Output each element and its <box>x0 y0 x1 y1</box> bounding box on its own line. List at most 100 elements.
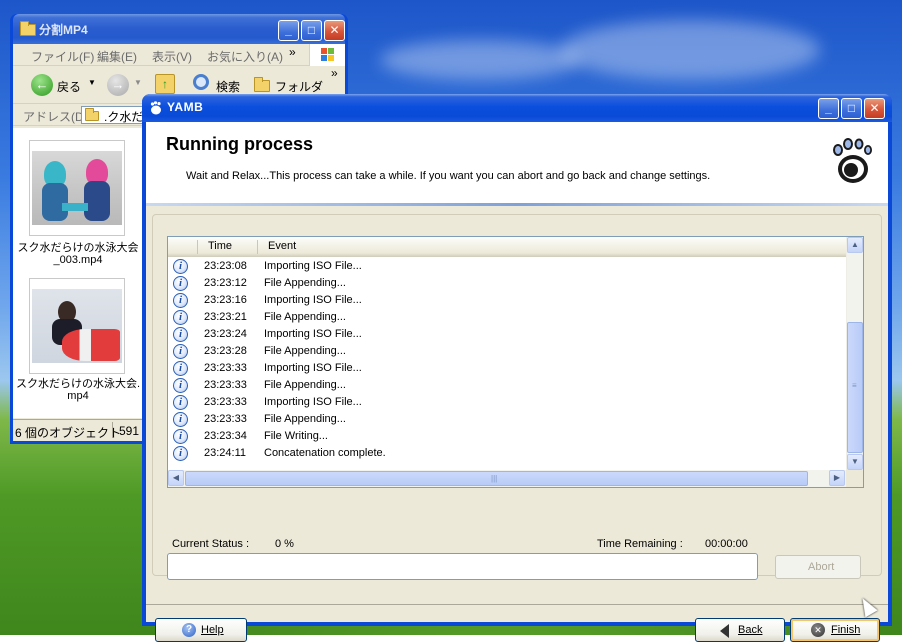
event-log-row[interactable]: i 23:23:28 File Appending... <box>168 343 846 360</box>
info-icon: i <box>173 327 188 342</box>
event-log-list[interactable]: Time Event i 23:23:08 Importing ISO File..… <box>167 236 864 488</box>
help-button[interactable]: ? Help <box>155 618 247 642</box>
event-log-header: Time Event <box>168 237 846 257</box>
info-icon: i <box>173 429 188 444</box>
file-thumbnail[interactable] <box>29 278 125 374</box>
horizontal-scroll-thumb[interactable]: ||| <box>185 471 808 486</box>
progress-bar <box>167 553 758 580</box>
event-log-row[interactable]: i 23:23:33 File Appending... <box>168 377 846 394</box>
menu-more-chevron[interactable]: » <box>289 45 296 59</box>
back-arrow-icon <box>720 624 729 638</box>
back-button[interactable]: Back <box>695 618 785 642</box>
abort-button-label: Abort <box>808 561 835 573</box>
menu-view[interactable]: 表示(V) <box>152 48 192 65</box>
scroll-down-icon[interactable]: ▼ <box>847 454 863 470</box>
event-time: 23:23:08 <box>204 260 247 272</box>
abort-button[interactable]: Abort <box>775 555 861 579</box>
event-text: Importing ISO File... <box>264 362 362 374</box>
info-icon: i <box>173 412 188 427</box>
file-thumbnail[interactable] <box>29 140 125 236</box>
info-icon: i <box>173 276 188 291</box>
folders-icon[interactable] <box>254 77 270 92</box>
search-button-label[interactable]: 検索 <box>216 78 240 95</box>
event-log-row[interactable]: i 23:23:21 File Appending... <box>168 309 846 326</box>
event-log-row[interactable]: i 23:23:33 Importing ISO File... <box>168 360 846 377</box>
event-text: File Appending... <box>264 277 346 289</box>
event-text: Importing ISO File... <box>264 328 362 340</box>
help-button-label: Help <box>201 624 224 636</box>
event-time: 23:23:34 <box>204 430 247 442</box>
file-name-1-line1: スク水だらけの水泳大会 <box>17 242 139 254</box>
maximize-icon[interactable]: □ <box>301 20 322 41</box>
up-folder-icon[interactable]: ↑ <box>155 74 175 94</box>
scrollbar-corner <box>846 470 863 487</box>
toolbar-more-chevron[interactable]: » <box>331 66 338 80</box>
info-icon: i <box>173 361 188 376</box>
event-text: Importing ISO File... <box>264 294 362 306</box>
file-name-1[interactable]: スク水だらけの水泳大会 _003.mp4 <box>13 242 143 266</box>
finish-button[interactable]: ✕ Finish <box>790 618 880 642</box>
close-icon[interactable]: ✕ <box>864 98 885 119</box>
scroll-right-icon[interactable]: ▶ <box>829 470 845 486</box>
scroll-up-icon[interactable]: ▲ <box>847 237 863 253</box>
event-text: File Appending... <box>264 311 346 323</box>
event-time: 23:23:24 <box>204 328 247 340</box>
event-log-row[interactable]: i 23:23:33 Importing ISO File... <box>168 394 846 411</box>
event-text: Importing ISO File... <box>264 260 362 272</box>
event-time: 23:23:33 <box>204 396 247 408</box>
search-icon[interactable] <box>193 74 209 90</box>
vertical-scrollbar[interactable]: ▲ ≡ ▼ <box>846 237 863 471</box>
event-time: 23:23:33 <box>204 413 247 425</box>
maximize-icon[interactable]: □ <box>841 98 862 119</box>
event-log-row[interactable]: i 23:23:34 File Writing... <box>168 428 846 445</box>
menu-edit[interactable]: 編集(E) <box>97 48 137 65</box>
event-text: Concatenation complete. <box>264 447 386 459</box>
header-divider <box>146 203 888 206</box>
info-icon: i <box>173 310 188 325</box>
horizontal-scrollbar[interactable]: ◀ ||| ▶ <box>168 470 846 487</box>
back-arrow-icon[interactable]: ← <box>31 74 53 96</box>
folders-button-label[interactable]: フォルダ <box>275 78 323 95</box>
event-text: File Writing... <box>264 430 328 442</box>
event-text: Importing ISO File... <box>264 396 362 408</box>
explorer-title: 分割MP4 <box>39 23 88 37</box>
time-remaining-value: 00:00:00 <box>705 538 748 550</box>
scroll-left-icon[interactable]: ◀ <box>168 470 184 486</box>
forward-arrow-icon[interactable]: → <box>107 74 129 96</box>
time-remaining-label: Time Remaining : <box>597 538 683 550</box>
event-log-row[interactable]: i 23:23:08 Importing ISO File... <box>168 258 846 275</box>
column-header-time[interactable]: Time <box>208 240 232 252</box>
event-log-row[interactable]: i 23:23:12 File Appending... <box>168 275 846 292</box>
menu-favorites[interactable]: お気に入り(A) <box>207 48 283 65</box>
vertical-scroll-thumb[interactable]: ≡ <box>847 322 863 453</box>
yamb-window: YAMB _ □ ✕ Running process Wait and Rela… <box>142 94 892 642</box>
info-icon: i <box>173 344 188 359</box>
minimize-icon[interactable]: _ <box>818 98 839 119</box>
folder-icon <box>20 21 36 36</box>
back-button-label[interactable]: 戻る <box>57 78 81 95</box>
close-icon[interactable]: ✕ <box>324 20 345 41</box>
info-icon: i <box>173 293 188 308</box>
column-header-event[interactable]: Event <box>268 240 296 252</box>
forward-dropdown-icon[interactable]: ▼ <box>134 78 142 87</box>
gnome-foot-logo-icon <box>833 138 872 183</box>
yamb-titlebar[interactable]: YAMB _ □ ✕ <box>142 94 892 122</box>
current-status-value: 0 % <box>275 538 294 550</box>
event-log-row[interactable]: i 23:23:16 Importing ISO File... <box>168 292 846 309</box>
page-subtitle: Wait and Relax...This process can take a… <box>186 170 711 182</box>
yamb-client-area: Running process Wait and Relax...This pr… <box>146 122 888 642</box>
file-name-2-line2: mp4 <box>67 390 89 402</box>
event-log-row[interactable]: i 23:23:24 Importing ISO File... <box>168 326 846 343</box>
explorer-titlebar[interactable]: 分割MP4 _ □ ✕ <box>13 14 345 44</box>
back-dropdown-icon[interactable]: ▼ <box>88 78 96 87</box>
event-text: File Appending... <box>264 413 346 425</box>
file-name-2[interactable]: スク水だらけの水泳大会. mp4 <box>13 378 143 402</box>
event-log-row[interactable]: i 23:23:33 File Appending... <box>168 411 846 428</box>
wizard-header: Running process Wait and Relax...This pr… <box>146 122 888 204</box>
windows-logo-icon <box>309 44 345 66</box>
menu-file[interactable]: ファイル(F) <box>31 48 94 65</box>
current-status-label: Current Status : <box>172 538 250 550</box>
minimize-icon[interactable]: _ <box>278 20 299 41</box>
event-log-row[interactable]: i 23:24:11 Concatenation complete. <box>168 445 846 462</box>
info-icon: i <box>173 446 188 461</box>
